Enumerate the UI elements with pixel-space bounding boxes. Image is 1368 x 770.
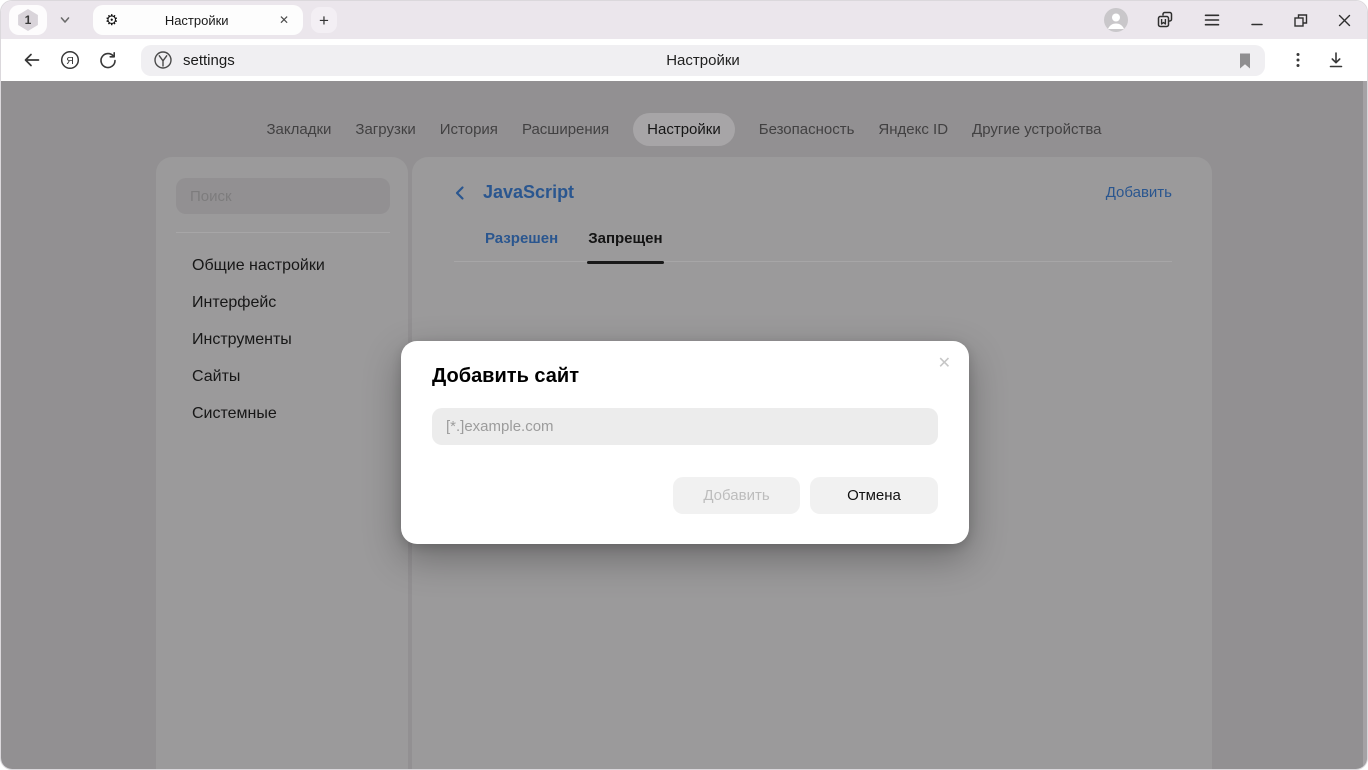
address-bar[interactable]: settings Настройки <box>141 45 1265 76</box>
sidebar-item-tools[interactable]: Инструменты <box>156 321 408 358</box>
back-button[interactable] <box>17 45 47 75</box>
chevron-left-icon <box>454 185 466 201</box>
nav-tab-downloads[interactable]: Загрузки <box>355 113 415 146</box>
cancel-button[interactable]: Отмена <box>810 477 938 514</box>
tab-list-chevron-button[interactable] <box>53 8 77 32</box>
dialog-buttons: Добавить Отмена <box>673 477 938 514</box>
dialog-title: Добавить сайт <box>432 365 579 388</box>
sidebar-divider <box>176 232 390 233</box>
close-window-button[interactable] <box>1336 12 1353 29</box>
back-to-sites-button[interactable] <box>454 185 466 201</box>
search-input[interactable] <box>176 178 390 214</box>
nav-tab-yandex-id[interactable]: Яндекс ID <box>878 113 948 146</box>
site-settings-icon <box>153 50 173 70</box>
allowed-blocked-tabs: Разрешен Запрещен <box>454 230 1172 262</box>
section-title: JavaScript <box>483 182 574 203</box>
sidebar-item-interface[interactable]: Интерфейс <box>156 284 408 321</box>
reload-icon <box>98 50 118 70</box>
yandex-home-button[interactable]: Я <box>55 45 85 75</box>
nav-tab-bookmarks[interactable]: Закладки <box>266 113 331 146</box>
tab-blocked[interactable]: Запрещен <box>588 230 662 247</box>
restore-button[interactable] <box>1292 12 1309 29</box>
tab-close-icon[interactable]: ✕ <box>275 11 293 29</box>
nav-tab-other-devices[interactable]: Другие устройства <box>972 113 1101 146</box>
close-icon <box>1336 12 1353 29</box>
site-url-input[interactable] <box>432 408 938 445</box>
side-panel-button[interactable] <box>1155 10 1175 30</box>
tab-title: Настройки <box>118 13 274 28</box>
downloads-button[interactable] <box>1321 45 1351 75</box>
nav-tab-history[interactable]: История <box>440 113 498 146</box>
settings-page: Закладки Загрузки История Расширения Нас… <box>1 81 1367 770</box>
titlebar: 1 ⚙ Настройки ✕ + <box>1 1 1367 39</box>
hamburger-menu-icon <box>1202 10 1222 30</box>
url-text: settings <box>183 52 235 69</box>
sidebar-item-system[interactable]: Системные <box>156 395 408 432</box>
tab-counter-button[interactable]: 1 <box>9 5 47 35</box>
svg-text:Я: Я <box>66 55 74 67</box>
add-button[interactable]: Добавить <box>673 477 800 514</box>
browser-menu-button[interactable] <box>1202 10 1222 30</box>
tab-count-badge: 1 <box>17 9 39 31</box>
kebab-menu-icon <box>1289 51 1307 69</box>
settings-sidebar: Общие настройки Интерфейс Инструменты Са… <box>156 157 408 770</box>
new-tab-button[interactable]: + <box>311 7 337 33</box>
sidebar-item-general[interactable]: Общие настройки <box>156 247 408 284</box>
back-arrow-icon <box>22 50 42 70</box>
nav-tab-extensions[interactable]: Расширения <box>522 113 609 146</box>
nav-tab-security[interactable]: Безопасность <box>759 113 855 146</box>
browser-window: 1 ⚙ Настройки ✕ + <box>0 0 1368 770</box>
profile-avatar[interactable] <box>1104 8 1128 32</box>
user-icon <box>1104 8 1128 32</box>
minimize-icon <box>1249 12 1265 28</box>
nav-tab-settings[interactable]: Настройки <box>633 113 735 146</box>
toolbar: Я settings Настройки <box>1 39 1367 81</box>
browser-tab-settings[interactable]: ⚙ Настройки ✕ <box>93 5 303 35</box>
restore-icon <box>1292 12 1309 29</box>
scrollbar-track[interactable] <box>1363 81 1367 770</box>
gear-icon: ⚙ <box>105 13 118 28</box>
bookmark-icon <box>1237 52 1253 70</box>
settings-nav: Закладки Загрузки История Расширения Нас… <box>1 109 1367 149</box>
yandex-logo-icon: Я <box>59 49 81 71</box>
side-panel-icon <box>1155 10 1175 30</box>
page-title: Настройки <box>141 52 1265 69</box>
download-icon <box>1326 50 1346 70</box>
main-header: JavaScript Добавить <box>454 182 1172 203</box>
minimize-button[interactable] <box>1249 12 1265 28</box>
chevron-down-icon <box>58 13 72 27</box>
page-actions-button[interactable] <box>1283 45 1313 75</box>
tab-allowed[interactable]: Разрешен <box>485 230 558 247</box>
sidebar-item-sites[interactable]: Сайты <box>156 358 408 395</box>
sidebar-list: Общие настройки Интерфейс Инструменты Са… <box>156 247 408 432</box>
address-bar-left: settings <box>153 50 235 70</box>
bookmark-button[interactable] <box>1237 52 1253 70</box>
add-site-dialog: ✕ Добавить сайт Добавить Отмена <box>401 341 969 544</box>
add-site-link[interactable]: Добавить <box>1106 184 1172 201</box>
reload-button[interactable] <box>93 45 123 75</box>
window-controls <box>1104 8 1353 32</box>
dialog-close-icon[interactable]: ✕ <box>938 353 951 373</box>
